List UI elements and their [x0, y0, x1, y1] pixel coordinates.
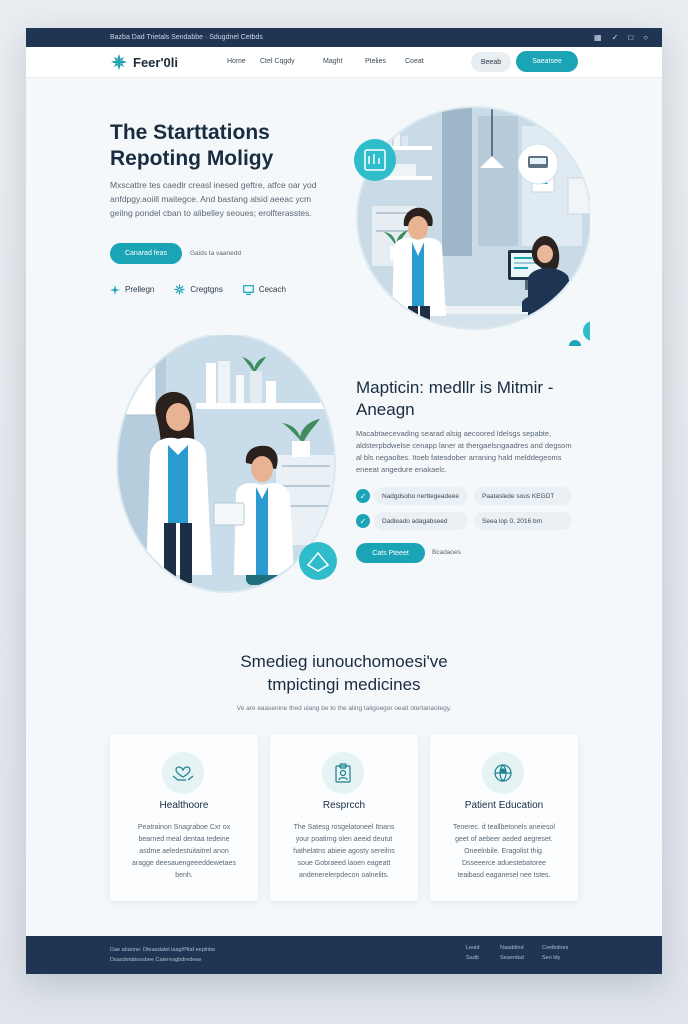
- footer-line: Dae abaone: Dteaadatel laag/Ptlaf eeplnb…: [110, 947, 216, 953]
- section3-title-line1: Smedieg iunouchomoesi've: [240, 652, 448, 671]
- nav-link-4[interactable]: Ptelies: [365, 58, 405, 65]
- team-illustration: [116, 335, 337, 593]
- main-nav: Feer'0li Home Ctel Cqgdy Maght Ptelies C…: [26, 47, 662, 78]
- footer-link[interactable]: Sadb: [466, 955, 500, 961]
- check-icon: ✓: [356, 489, 370, 503]
- hero-features: Prellegn Cregtgns Cecach: [110, 284, 286, 295]
- footer-link[interactable]: Seo ldy: [542, 955, 578, 961]
- feature-pill[interactable]: Paataslede sous KEGDT: [474, 487, 572, 505]
- top-utility-bar: Bazba Dad Trietals Sendabbe · Sdugdnel C…: [26, 28, 662, 47]
- section2-text: Macabtaecevading searad alsig aecoored l…: [356, 429, 572, 474]
- service-card-title: Resprcch: [322, 800, 366, 811]
- molecule-icon: [174, 284, 185, 295]
- footer-link[interactable]: Naaddind: [500, 945, 542, 951]
- service-card[interactable]: Patient Education Tenerec. d teallbetone…: [430, 734, 578, 901]
- nav-links: Home Ctel Cqgdy Maght Ptelies Coeat: [227, 58, 424, 65]
- check-icon[interactable]: ✓: [612, 33, 619, 42]
- check-icon: ✓: [356, 514, 370, 528]
- logo-text: Feer'0li: [133, 54, 179, 70]
- hero-feature-label: Cregtgns: [190, 285, 223, 294]
- footer-line: Dsasdetabossbee Catereagbdredeae: [110, 957, 202, 963]
- service-card-text: The Satesg rosgelatoneel Itnans your poa…: [293, 824, 395, 879]
- nav-link-home[interactable]: Home: [227, 58, 260, 65]
- hero-link[interactable]: Gaids ta vaanedd: [190, 250, 241, 257]
- hero-text: Mxscattre tes caedlr creasl inesed geftr…: [110, 180, 317, 218]
- section3-title-line2: tmpictingi medicines: [267, 675, 421, 694]
- hero-title: The Starttations Repoting Moligy: [110, 121, 274, 170]
- nav-link-2[interactable]: Ctel Cqgdy: [260, 58, 323, 65]
- footer-text: Dae abaone: Dteaadatel laag/Ptlaf eeplnb…: [110, 945, 215, 965]
- section2-title: Mapticin: medllr is Mitmir - Aneagn: [356, 378, 554, 419]
- footer-links: Leoid Naaddind Ceelbdnes Sadb Seaerdad S…: [466, 945, 578, 961]
- bell-icon[interactable]: ○: [643, 33, 648, 42]
- nav-link-5[interactable]: Coeat: [405, 58, 424, 65]
- heart-hands-icon: [162, 752, 204, 794]
- hero-feature[interactable]: Cregtgns: [174, 284, 223, 295]
- hero-cta-button[interactable]: Canarad feas: [110, 243, 182, 264]
- service-card[interactable]: Resprcch The Satesg rosgelatoneel Itnans…: [270, 734, 418, 901]
- nav-primary-button[interactable]: Saeatsee: [516, 51, 578, 72]
- hero-feature-label: Cecach: [258, 285, 286, 294]
- section2-cta-button[interactable]: Cats Pteeet: [356, 543, 425, 563]
- nav-secondary-button[interactable]: Beeab: [471, 52, 511, 72]
- service-card-title: Healthoore: [159, 800, 209, 811]
- section3-subtitle: Ve are eaasenine thed ulang be to the al…: [236, 705, 452, 712]
- service-card-title: Patient Education: [464, 800, 544, 811]
- lock-icon[interactable]: □: [628, 33, 633, 42]
- footer: Dae abaone: Dteaadatel laag/Ptlaf eeplnb…: [26, 936, 662, 974]
- section3-title: Smedieg iunouchomoesi've tmpictingi medi…: [26, 650, 662, 696]
- feature-pill[interactable]: Nadgdsobo nerttegeadeee: [374, 487, 468, 505]
- hero-feature[interactable]: Cecach: [242, 284, 286, 295]
- hero-illustration: [354, 106, 590, 346]
- page-frame: Bazba Dad Trietals Sendabbe · Sdugdnel C…: [26, 28, 662, 974]
- section2-link[interactable]: Bcadaoes: [432, 549, 461, 556]
- grid-icon[interactable]: ▦: [594, 33, 602, 42]
- hero-feature-label: Prellegn: [125, 285, 155, 294]
- service-card-text: Tenerec. d teallbetonels aneiesol geet o…: [453, 824, 555, 879]
- sparkle-icon: [110, 284, 120, 295]
- footer-link[interactable]: Seaerdad: [500, 955, 542, 961]
- logo[interactable]: Feer'0li: [110, 53, 178, 71]
- hero-feature[interactable]: Prellegn: [110, 284, 154, 295]
- globe-person-icon: [482, 752, 524, 794]
- service-card-text: Peatrainon Snagraboe Cxr ox bearned meal…: [132, 824, 236, 879]
- clipboard-person-icon: [322, 752, 364, 794]
- service-card[interactable]: Healthoore Peatrainon Snagraboe Cxr ox b…: [110, 734, 258, 901]
- monitor-icon: [242, 284, 254, 295]
- logo-icon: [110, 53, 128, 71]
- footer-link[interactable]: Leoid: [466, 945, 500, 951]
- feature-pill[interactable]: Dadleado adagabseed: [374, 512, 468, 530]
- footer-link[interactable]: Ceelbdnes: [542, 945, 578, 951]
- feature-pill[interactable]: Seea lop 0, 2016 bm: [474, 512, 572, 530]
- topbar-text: Bazba Dad Trietals Sendabbe · Sdugdnel C…: [110, 34, 263, 41]
- nav-link-3[interactable]: Maght: [323, 58, 365, 65]
